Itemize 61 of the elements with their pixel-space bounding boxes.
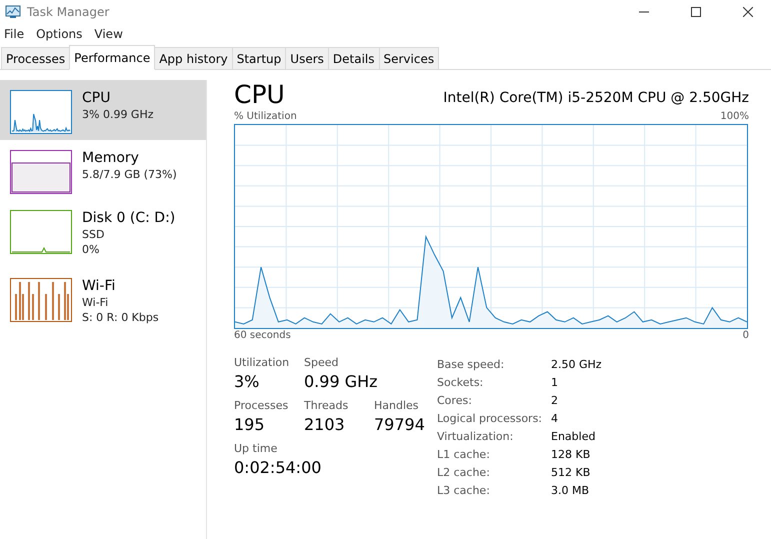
sidebar-item[interactable]: Disk 0 (C: D:) SSD 0% xyxy=(0,200,206,268)
stat-value: 79794 xyxy=(374,414,426,436)
stat-value: 2103 xyxy=(304,414,346,436)
axis-label: 100% xyxy=(720,110,749,124)
tab[interactable]: Performance xyxy=(69,45,156,70)
spec-value: 2.50 GHz xyxy=(551,357,602,372)
tab[interactable]: Details xyxy=(328,47,380,69)
stat-value: 3% xyxy=(234,371,260,393)
window-title: Task Manager xyxy=(27,5,110,19)
resource-name: Disk 0 (C: D:) xyxy=(82,210,176,227)
tab[interactable]: Users xyxy=(285,47,329,69)
resource-detail: 3% 0.99 GHz xyxy=(82,107,154,122)
spec-label: Base speed: xyxy=(437,357,506,372)
spec-value: 512 KB xyxy=(551,465,592,480)
resource-detail: Wi-Fi xyxy=(82,295,110,310)
menu-item[interactable]: View xyxy=(94,27,123,41)
tab[interactable]: Services xyxy=(378,47,440,69)
stat-value: 0:02:54:00 xyxy=(234,457,322,479)
resource-detail: 5.8/7.9 GB (73%) xyxy=(82,167,177,182)
resource-name: CPU xyxy=(82,90,112,107)
sidebar-item[interactable]: Memory 5.8/7.9 GB (73%) xyxy=(0,140,206,200)
stat-label: Up time xyxy=(234,441,278,456)
resource-title: CPU xyxy=(234,80,285,110)
tab[interactable]: App history xyxy=(154,47,233,69)
maximize-icon xyxy=(691,7,701,17)
resource-detail: 0% xyxy=(82,242,100,257)
axis-label: 0 xyxy=(742,329,749,343)
stat-label: Speed xyxy=(304,355,340,370)
spec-label: L1 cache: xyxy=(437,447,491,462)
spec-value: 4 xyxy=(551,411,559,426)
axis-label: % Utilization xyxy=(234,110,297,124)
spec-value: 2 xyxy=(551,393,559,408)
spec-label: Logical processors: xyxy=(437,411,544,426)
spec-value: 1 xyxy=(551,375,559,390)
spec-label: Cores: xyxy=(437,393,473,408)
stat-label: Threads xyxy=(304,398,350,413)
resource-detail: S: 0 R: 0 Kbps xyxy=(82,310,159,325)
tab[interactable]: Processes xyxy=(1,47,70,69)
spec-value: 3.0 MB xyxy=(551,483,590,498)
spec-value: Enabled xyxy=(551,429,596,444)
axis-label: 60 seconds xyxy=(234,329,291,343)
stat-value: 195 xyxy=(234,414,266,436)
sidebar-item[interactable]: Wi-Fi Wi-Fi S: 0 R: 0 Kbps xyxy=(0,268,206,336)
close-icon xyxy=(743,7,753,17)
spec-value: 128 KB xyxy=(551,447,592,462)
resource-detail: SSD xyxy=(82,227,106,242)
processor-model: Intel(R) Core(TM) i5-2520M CPU @ 2.50GHz xyxy=(443,90,749,106)
spec-label: Sockets: xyxy=(437,375,484,390)
resource-name: Wi-Fi xyxy=(82,278,116,295)
resource-name: Memory xyxy=(82,150,140,167)
spec-label: Virtualization: xyxy=(437,429,514,444)
spec-label: L2 cache: xyxy=(437,465,491,480)
stat-label: Handles xyxy=(374,398,420,413)
app-icon xyxy=(5,5,21,19)
tab[interactable]: Startup xyxy=(232,47,286,69)
spec-label: L3 cache: xyxy=(437,483,491,498)
menu-item[interactable]: File xyxy=(4,27,24,41)
stat-label: Utilization xyxy=(234,355,290,370)
sidebar-item[interactable]: CPU 3% 0.99 GHz xyxy=(0,80,206,140)
stat-label: Processes xyxy=(234,398,290,413)
menu-item[interactable]: Options xyxy=(36,27,82,41)
